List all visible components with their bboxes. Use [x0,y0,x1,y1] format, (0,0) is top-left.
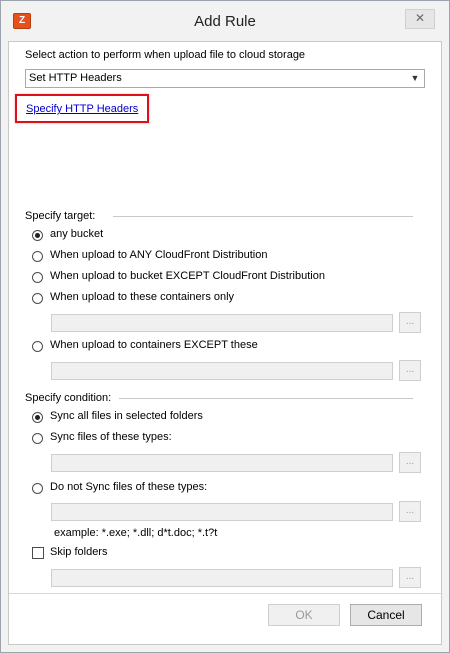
containers-only-browse-button[interactable]: ... [399,312,421,333]
containers-except-input[interactable] [51,362,393,380]
containers-only-input[interactable] [51,314,393,332]
containers-except-browse-button[interactable]: ... [399,360,421,381]
close-icon: ✕ [414,11,426,25]
ok-button[interactable]: OK [268,604,340,626]
dialog-title: Add Rule [194,13,256,30]
dialog-body: Select action to perform when upload fil… [8,41,442,645]
title-bar: Z Add Rule ✕ [1,1,449,41]
target-radio-any-bucket[interactable] [32,230,43,241]
no-sync-types-input[interactable] [51,503,393,521]
condition-radio-sync-types[interactable] [32,433,43,444]
target-option-label: When upload to these containers only [50,291,235,303]
add-rule-dialog: Z Add Rule ✕ Select action to perform wh… [0,0,450,653]
condition-radio-no-sync-types[interactable] [32,483,43,494]
close-button[interactable]: ✕ [405,9,435,29]
sync-types-input[interactable] [51,454,393,472]
cancel-button[interactable]: Cancel [350,604,422,626]
condition-group-divider [119,398,413,399]
target-group-label: Specify target: [25,210,96,222]
target-option-label: any bucket [50,228,104,240]
target-radio-any-cloudfront[interactable] [32,251,43,262]
target-radio-except-containers[interactable] [32,341,43,352]
target-option-label: When upload to containers EXCEPT these [50,339,258,351]
specify-http-headers-link[interactable]: Specify HTTP Headers [26,103,138,115]
action-prompt-label: Select action to perform when upload fil… [25,49,306,61]
action-select-value: Set HTTP Headers [29,72,122,84]
target-radio-these-containers[interactable] [32,293,43,304]
action-select[interactable]: Set HTTP Headers ▼ [25,69,425,88]
skip-folders-checkbox[interactable] [32,547,44,559]
condition-radio-sync-all[interactable] [32,412,43,423]
file-pattern-example: example: *.exe; *.dll; d*t.doc; *.t?t [54,527,218,539]
target-option-label: When upload to bucket EXCEPT CloudFront … [50,270,325,282]
sync-types-browse-button[interactable]: ... [399,452,421,473]
no-sync-types-browse-button[interactable]: ... [399,501,421,522]
skip-folders-label: Skip folders [50,546,108,558]
target-radio-except-cloudfront[interactable] [32,272,43,283]
condition-option-label: Sync all files in selected folders [50,410,203,422]
chevron-down-icon: ▼ [410,73,420,83]
skip-folders-browse-button[interactable]: ... [399,567,421,588]
skip-folders-input[interactable] [51,569,393,587]
condition-option-label: Do not Sync files of these types: [50,481,208,493]
highlight-box: Specify HTTP Headers [15,94,149,123]
target-option-label: When upload to ANY CloudFront Distributi… [50,249,268,261]
condition-option-label: Sync files of these types: [50,431,172,443]
condition-group-label: Specify condition: [25,392,112,404]
target-group-divider [113,216,413,217]
footer-divider [9,593,441,594]
